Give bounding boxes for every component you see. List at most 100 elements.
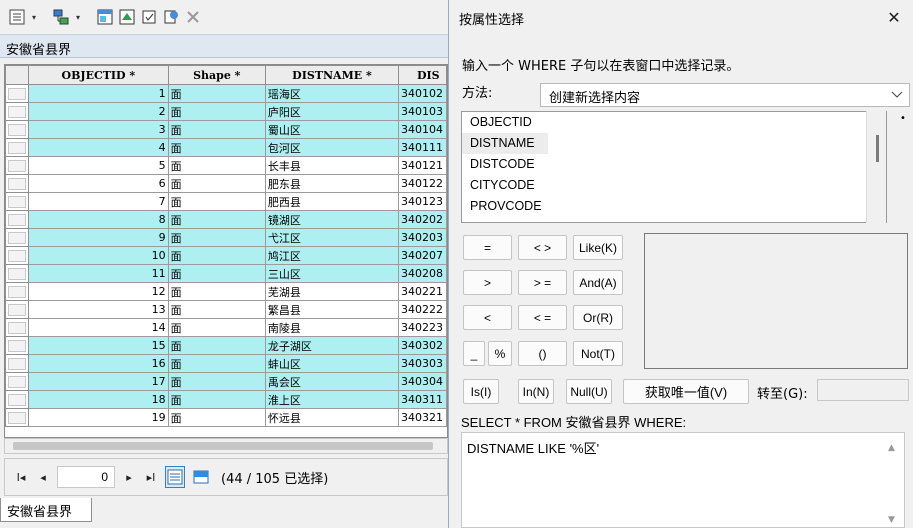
scrollbar-thumb[interactable] <box>876 135 879 162</box>
row-selector[interactable] <box>5 390 29 409</box>
row-selector-box[interactable] <box>8 321 26 334</box>
field-list-item[interactable]: DISTNAME <box>462 133 548 154</box>
unique-values-list[interactable] <box>644 233 908 369</box>
row-selector-box[interactable] <box>8 303 26 316</box>
row-selector[interactable] <box>5 282 29 301</box>
row-selector-box[interactable] <box>8 375 26 388</box>
row-selector[interactable] <box>5 84 29 103</box>
row-selector-box[interactable] <box>8 231 26 244</box>
next-record-icon[interactable]: ▸ <box>121 471 137 484</box>
row-selector-box[interactable] <box>8 87 26 100</box>
goto-input[interactable] <box>817 379 909 401</box>
close-icon[interactable]: ✕ <box>883 7 905 29</box>
table-row[interactable]: 7 面肥西县 340123 <box>5 192 447 211</box>
close-x-icon[interactable] <box>184 8 202 26</box>
row-selector-box[interactable] <box>8 177 26 190</box>
table-row[interactable]: 1 面瑶海区 340102 <box>5 84 447 103</box>
method-select[interactable]: 创建新选择内容 <box>540 83 910 107</box>
row-selector[interactable] <box>5 192 29 211</box>
column-header-objectid[interactable]: OBJECTID * <box>28 65 169 85</box>
like-button[interactable]: Like(K) <box>573 235 623 260</box>
table-row[interactable]: 2 面庐阳区 340103 <box>5 102 447 121</box>
select-by-attributes-icon[interactable] <box>96 8 114 26</box>
column-header-distname[interactable]: DISTNAME * <box>264 65 400 85</box>
table-row[interactable]: 9 面弋江区 340203 <box>5 228 447 247</box>
scrollbar-thumb[interactable] <box>13 442 433 450</box>
show-selected-records-icon[interactable] <box>191 466 211 488</box>
less-than-button[interactable]: < <box>463 305 512 330</box>
table-options-icon[interactable] <box>8 8 26 26</box>
show-all-records-icon[interactable] <box>165 466 185 488</box>
row-selector-box[interactable] <box>8 285 26 298</box>
first-record-icon[interactable]: I◂ <box>13 471 29 484</box>
field-list-item[interactable]: CITYCODE <box>462 175 886 196</box>
and-button[interactable]: And(A) <box>573 270 623 295</box>
table-row[interactable]: 18 面淮上区 340311 <box>5 390 447 409</box>
parentheses-button[interactable]: () <box>518 341 567 366</box>
column-header-shape[interactable]: Shape * <box>167 65 266 85</box>
field-list-item[interactable]: PROVCODE <box>462 196 886 217</box>
previous-record-icon[interactable]: ◂ <box>35 471 51 484</box>
row-selector[interactable] <box>5 246 29 265</box>
table-row[interactable]: 15 面龙子湖区 340302 <box>5 336 447 355</box>
column-header-distcode[interactable]: DIS <box>398 65 447 85</box>
row-selector[interactable] <box>5 318 29 337</box>
equals-button[interactable]: = <box>463 235 512 260</box>
scroll-down-icon[interactable]: ▼ <box>888 515 895 525</box>
switch-selection-icon[interactable] <box>118 8 136 26</box>
current-record-input[interactable] <box>57 466 115 488</box>
is-button[interactable]: Is(I) <box>463 379 499 404</box>
table-row[interactable]: 6 面肥东县 340122 <box>5 174 447 193</box>
row-selector[interactable] <box>5 264 29 283</box>
attribute-grid[interactable]: OBJECTID * Shape * DISTNAME * DIS 1 面瑶海区 3… <box>4 64 448 438</box>
row-selector[interactable] <box>5 174 29 193</box>
row-selector[interactable] <box>5 408 29 427</box>
row-selector[interactable] <box>5 120 29 139</box>
scroll-up-icon[interactable]: ▲ <box>888 443 895 453</box>
get-unique-values-button[interactable]: 获取唯一值(V) <box>623 379 749 404</box>
table-row[interactable]: 11 面三山区 340208 <box>5 264 447 283</box>
percent-button[interactable]: % <box>488 341 512 366</box>
null-button[interactable]: Null(U) <box>566 379 612 404</box>
row-selector[interactable] <box>5 138 29 157</box>
not-equal-button[interactable]: < > <box>518 235 567 260</box>
table-row[interactable]: 16 面蚌山区 340303 <box>5 354 447 373</box>
field-list[interactable]: OBJECTID DISTNAME DISTCODE CITYCODE PROVCODE <box>461 111 887 223</box>
row-selector-box[interactable] <box>8 249 26 262</box>
row-selector[interactable] <box>5 336 29 355</box>
row-selector-box[interactable] <box>8 141 26 154</box>
table-row[interactable]: 12 面芜湖县 340221 <box>5 282 447 301</box>
table-row[interactable]: 4 面包河区 340111 <box>5 138 447 157</box>
row-selector-header[interactable] <box>5 65 29 85</box>
row-selector-box[interactable] <box>8 411 26 424</box>
query-scrollbar[interactable]: ▲ ▼ <box>883 433 903 528</box>
row-selector-box[interactable] <box>8 357 26 370</box>
field-list-scrollbar[interactable] <box>866 111 886 223</box>
row-selector[interactable] <box>5 228 29 247</box>
row-selector-box[interactable] <box>8 159 26 172</box>
row-selector[interactable] <box>5 156 29 175</box>
table-row[interactable]: 19 面怀远县 340321 <box>5 408 447 427</box>
greater-than-button[interactable]: > <box>463 270 512 295</box>
or-button[interactable]: Or(R) <box>573 305 623 330</box>
row-selector-box[interactable] <box>8 393 26 406</box>
row-selector[interactable] <box>5 300 29 319</box>
row-selector-box[interactable] <box>8 123 26 136</box>
clear-selection-icon[interactable] <box>140 8 158 26</box>
delete-selected-icon[interactable] <box>162 8 180 26</box>
row-selector[interactable] <box>5 372 29 391</box>
row-selector[interactable] <box>5 102 29 121</box>
table-row[interactable]: 13 面繁昌县 340222 <box>5 300 447 319</box>
table-row[interactable]: 5 面长丰县 340121 <box>5 156 447 175</box>
underscore-button[interactable]: _ <box>463 341 485 366</box>
table-options-dropdown-icon[interactable]: ▾ <box>30 13 38 22</box>
row-selector-box[interactable] <box>8 267 26 280</box>
row-selector-box[interactable] <box>8 195 26 208</box>
table-row[interactable]: 3 面蜀山区 340104 <box>5 120 447 139</box>
table-row[interactable]: 14 面南陵县 340223 <box>5 318 447 337</box>
row-selector[interactable] <box>5 210 29 229</box>
related-tables-icon[interactable] <box>52 8 70 26</box>
in-button[interactable]: In(N) <box>518 379 554 404</box>
last-record-icon[interactable]: ▸I <box>143 471 159 484</box>
row-selector-box[interactable] <box>8 339 26 352</box>
